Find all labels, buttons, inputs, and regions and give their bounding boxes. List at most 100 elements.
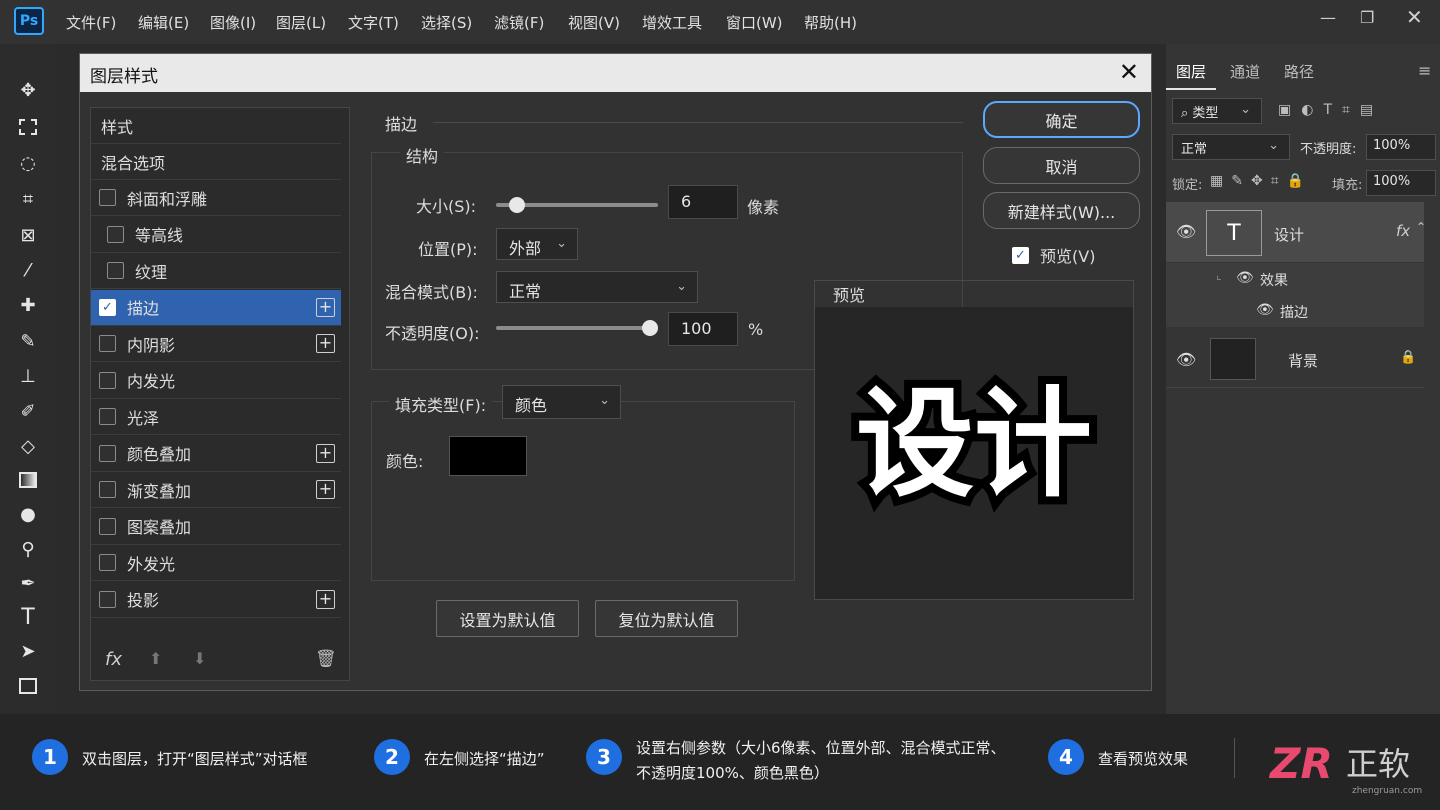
effect-item[interactable]: 光泽 [91,399,341,435]
visibility-eye-icon[interactable]: 👁 [1176,222,1196,241]
preview-checkbox[interactable]: ✓ 预览(V) [1012,243,1095,267]
opacity-slider[interactable] [496,320,658,336]
dodge-tool-icon[interactable]: ⚲ [14,536,42,562]
healing-brush-icon[interactable]: ✚ [14,292,42,318]
close-icon[interactable]: ✕ [1119,58,1139,86]
layer-effects-row[interactable]: ⌞ 👁 效果 [1166,263,1424,295]
checkbox-icon[interactable] [99,189,116,206]
tab-channels[interactable]: 通道 [1230,61,1260,82]
opacity-field[interactable]: 100 [668,312,738,346]
add-effect-icon[interactable]: + [316,589,335,609]
add-effect-icon[interactable]: + [316,480,335,499]
add-effect-icon[interactable]: + [316,443,335,463]
layer-name-background[interactable]: 背景 [1288,350,1318,371]
layer-stroke-effect-row[interactable]: 👁 描边 [1166,295,1424,327]
blur-tool-icon[interactable]: ● [14,501,42,527]
visibility-eye-icon[interactable]: 👁 [1236,270,1254,286]
chevron-up-icon[interactable]: ⌃ [1416,220,1426,234]
effect-item[interactable]: 等高线 [91,217,341,253]
gradient-tool-icon[interactable] [14,467,42,493]
reset-default-button[interactable]: 复位为默认值 [595,600,738,637]
effect-item[interactable]: 内阴影 + [91,326,341,362]
tab-layers[interactable]: 图层 [1176,61,1206,82]
checkbox-icon[interactable] [99,444,116,462]
fx-menu-icon[interactable]: fx [105,649,122,670]
move-tool-icon[interactable]: ✥ [14,77,42,103]
opacity-slider-thumb[interactable] [642,320,658,336]
layer-row-background[interactable]: 👁 背景 🔒 [1166,330,1424,388]
checkbox-icon[interactable] [107,262,124,279]
menu-image[interactable]: 图像(I) [210,12,256,33]
checkbox-icon[interactable] [99,335,116,352]
effect-item[interactable]: 外发光 [91,545,341,581]
effect-item[interactable]: 投影 + [91,582,341,618]
marquee-tool-icon[interactable] [14,114,42,140]
set-default-button[interactable]: 设置为默认值 [436,600,579,637]
effect-item[interactable]: 渐变叠加 + [91,472,341,508]
effect-item[interactable]: 内发光 [91,363,341,399]
size-field[interactable]: 6 [668,185,738,219]
layer-row-text[interactable]: 👁 T 设计 fx ⌃ [1166,202,1426,262]
type-tool-icon[interactable]: T [14,604,42,630]
fx-icon[interactable]: fx [1396,222,1410,240]
styles-header[interactable]: 样式 [91,108,341,144]
size-slider-thumb[interactable] [509,197,526,213]
effect-item[interactable]: 纹理 [91,253,341,289]
blend-options-item[interactable]: 混合选项 [91,144,341,180]
frame-tool-icon[interactable]: ⊠ [14,222,42,248]
color-swatch[interactable] [449,436,527,476]
visibility-eye-icon[interactable]: 👁 [1176,350,1196,369]
photoshop-logo[interactable]: Ps [14,7,44,35]
layer-blend-select[interactable]: 正常 ⌄ [1172,134,1290,160]
menu-filter[interactable]: 滤镜(F) [494,12,544,33]
move-down-icon[interactable]: ⬇ [193,649,206,668]
layer-name-text[interactable]: 设计 [1274,224,1304,245]
eyedropper-tool-icon[interactable]: ⁄ [14,257,42,283]
menu-view[interactable]: 视图(V) [568,12,620,33]
brush-tool-icon[interactable]: ✎ [14,328,42,354]
close-window-icon[interactable]: ✕ [1406,5,1423,29]
position-select[interactable]: 外部 ⌄ [496,228,578,260]
filter-icons[interactable]: ▣◐T⌗▤ [1278,102,1383,118]
crop-tool-icon[interactable]: ⌗ [14,186,42,212]
add-effect-icon[interactable]: + [316,297,335,317]
checkbox-icon[interactable] [99,517,116,535]
menu-layer[interactable]: 图层(L) [276,12,326,33]
menu-file[interactable]: 文件(F) [66,12,116,33]
checkbox-checked-icon[interactable]: ✓ [99,298,116,316]
layer-opacity-field[interactable]: 100% [1366,134,1436,160]
ok-button[interactable]: 确定 [983,101,1140,138]
checkbox-icon[interactable] [99,590,116,608]
stamp-tool-icon[interactable]: ⊥ [14,363,42,389]
lasso-tool-icon[interactable]: ◌ [14,150,42,176]
effect-item[interactable]: 斜面和浮雕 [91,180,341,216]
effect-item[interactable]: 图案叠加 [91,509,341,545]
blend-mode-select[interactable]: 正常 ⌄ [496,271,698,303]
shape-tool-icon[interactable] [14,673,42,699]
effect-item[interactable]: 颜色叠加 + [91,436,341,472]
effect-item[interactable]: ✓ 描边 + [91,289,341,326]
menu-select[interactable]: 选择(S) [421,12,472,33]
cancel-button[interactable]: 取消 [983,147,1140,184]
menu-help[interactable]: 帮助(H) [804,12,857,33]
lock-icons[interactable]: ▦✎✥⌗🔒 [1210,173,1312,189]
checkbox-icon[interactable] [107,225,124,243]
path-selection-icon[interactable]: ➤ [14,638,42,664]
panel-menu-icon[interactable]: ≡ [1418,61,1431,80]
menu-plugins[interactable]: 增效工具 [642,12,702,33]
checkbox-icon[interactable] [99,481,116,498]
menu-edit[interactable]: 编辑(E) [138,12,189,33]
eraser-tool-icon[interactable]: ◇ [14,433,42,459]
checkbox-icon[interactable] [99,408,116,425]
menu-type[interactable]: 文字(T) [348,12,399,33]
move-up-icon[interactable]: ⬆ [149,649,162,668]
layer-filter-select[interactable]: ⌕ 类型 ⌄ [1172,98,1262,124]
checkbox-icon[interactable] [99,371,116,389]
history-brush-icon[interactable]: ✐ [14,398,42,424]
visibility-eye-icon[interactable]: 👁 [1256,302,1274,318]
maximize-icon[interactable]: ❐ [1360,8,1374,27]
new-style-button[interactable]: 新建样式(W)... [983,192,1140,229]
fill-type-select[interactable]: 颜色 ⌄ [502,385,621,419]
layer-fill-field[interactable]: 100% [1366,170,1436,196]
add-effect-icon[interactable]: + [316,334,335,353]
